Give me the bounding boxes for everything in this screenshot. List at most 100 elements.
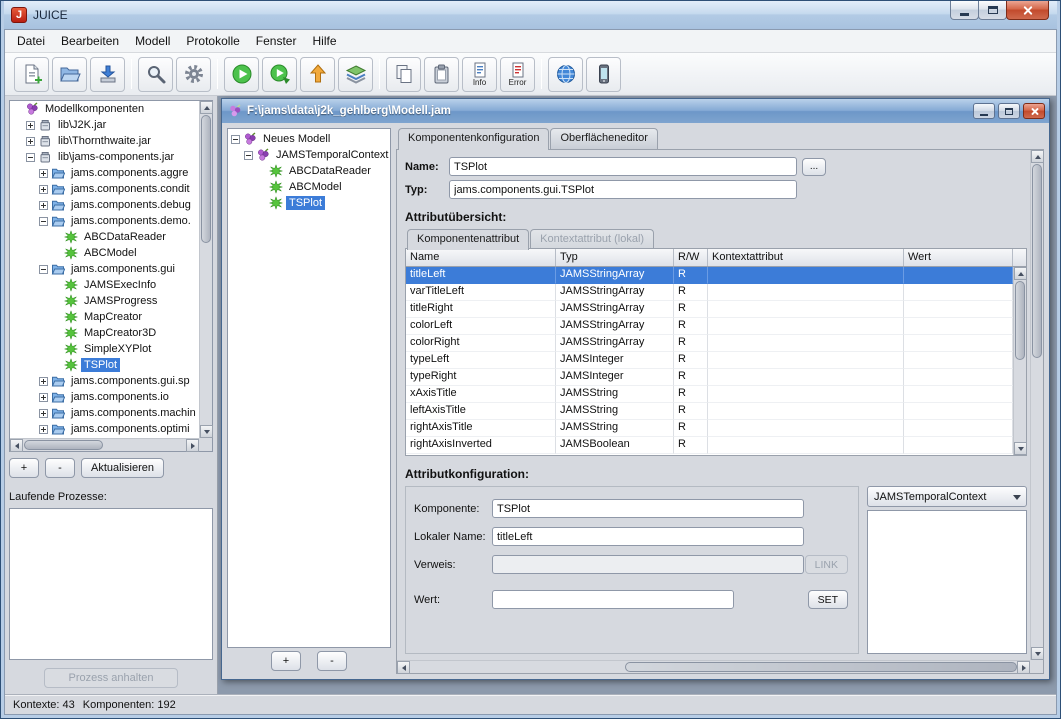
model-tree-item[interactable]: ABCModel xyxy=(228,179,390,195)
scrollbar-down-button[interactable] xyxy=(1014,442,1027,455)
tree-item[interactable]: lib\Thornthwaite.jar xyxy=(10,133,199,149)
error-log-button[interactable]: Error xyxy=(500,57,535,92)
config-horizontal-scrollbar[interactable] xyxy=(397,660,1030,673)
model-add-button[interactable]: + xyxy=(271,651,301,671)
add-component-button[interactable]: + xyxy=(9,458,39,478)
tree-item[interactable]: jams.components.gui.sp xyxy=(10,373,199,389)
wert-input[interactable] xyxy=(492,590,734,609)
tree-vertical-scrollbar[interactable] xyxy=(199,101,212,438)
model-tree-item[interactable]: JAMSTemporalContext xyxy=(228,147,390,163)
scrollbar-right-button[interactable] xyxy=(1017,661,1030,674)
minimize-button[interactable] xyxy=(950,1,979,20)
tree-expander-icon[interactable] xyxy=(39,201,48,210)
table-column-header[interactable]: Typ xyxy=(556,249,674,266)
close-button[interactable] xyxy=(1006,1,1049,20)
tree-expander-icon[interactable] xyxy=(39,377,48,386)
tree-item[interactable]: lib\J2K.jar xyxy=(10,117,199,133)
menu-item[interactable]: Modell xyxy=(127,31,178,51)
tree-horizontal-scrollbar[interactable] xyxy=(10,438,199,451)
table-row[interactable]: titleLeft JAMSStringArray R xyxy=(406,267,1013,284)
upload-model-button[interactable] xyxy=(300,57,335,92)
info-log-button[interactable]: Info xyxy=(462,57,497,92)
tree-expander-icon[interactable] xyxy=(244,151,253,160)
tree-expander-icon[interactable] xyxy=(39,409,48,418)
tree-item[interactable]: jams.components.debug xyxy=(10,197,199,213)
scrollbar-right-button[interactable] xyxy=(186,439,199,452)
tree-expander-icon[interactable] xyxy=(39,425,48,434)
menu-item[interactable]: Protokolle xyxy=(178,31,247,51)
scrollbar-up-button[interactable] xyxy=(1031,150,1044,163)
table-row[interactable]: typeLeft JAMSInteger R xyxy=(406,352,1013,369)
scrollbar-thumb[interactable] xyxy=(1015,281,1025,360)
tree-expander-icon[interactable] xyxy=(26,137,35,146)
tree-item[interactable]: jams.components.aggre xyxy=(10,165,199,181)
table-row[interactable]: rightAxisTitle JAMSString R xyxy=(406,420,1013,437)
table-row[interactable]: colorLeft JAMSStringArray R xyxy=(406,318,1013,335)
model-tree-item[interactable]: Neues Modell xyxy=(228,131,390,147)
tree-item[interactable]: MapCreator3D xyxy=(10,325,199,341)
tree-expander-icon[interactable] xyxy=(39,169,48,178)
model-window-minimize-button[interactable] xyxy=(973,103,995,119)
menu-item[interactable]: Fenster xyxy=(248,31,305,51)
scrollbar-up-button[interactable] xyxy=(1014,267,1027,280)
tree-expander-icon[interactable] xyxy=(39,185,48,194)
set-button[interactable]: SET xyxy=(808,590,848,609)
tree-expander-icon[interactable] xyxy=(39,265,48,274)
scrollbar-left-button[interactable] xyxy=(397,661,410,674)
tree-expander-icon[interactable] xyxy=(39,393,48,402)
table-column-header[interactable]: Name xyxy=(406,249,556,266)
table-vertical-scrollbar[interactable] xyxy=(1013,267,1026,455)
search-button[interactable] xyxy=(138,57,173,92)
scrollbar-down-button[interactable] xyxy=(1031,647,1044,660)
tree-item[interactable]: jams.components.demo. xyxy=(10,213,199,229)
tree-expander-icon[interactable] xyxy=(26,153,35,162)
table-row[interactable]: varTitleLeft JAMSStringArray R xyxy=(406,284,1013,301)
save-model-button[interactable] xyxy=(90,57,125,92)
tree-item[interactable]: TSPlot xyxy=(10,357,199,373)
tree-item[interactable]: JAMSExecInfo xyxy=(10,277,199,293)
open-model-button[interactable] xyxy=(52,57,87,92)
tree-item[interactable]: ABCModel xyxy=(10,245,199,261)
lokaler-name-input[interactable] xyxy=(492,527,804,546)
name-input[interactable] xyxy=(449,157,797,176)
table-row[interactable]: colorRight JAMSStringArray R xyxy=(406,335,1013,352)
menu-item[interactable]: Bearbeiten xyxy=(53,31,127,51)
typ-input[interactable] xyxy=(449,180,797,199)
table-column-header[interactable]: R/W xyxy=(674,249,708,266)
tree-item[interactable]: jams.components.machin xyxy=(10,405,199,421)
context-combobox[interactable]: JAMSTemporalContext xyxy=(867,486,1027,507)
menu-item[interactable]: Hilfe xyxy=(304,31,344,51)
tree-item[interactable]: jams.components.io xyxy=(10,389,199,405)
table-row[interactable]: titleRight JAMSStringArray R xyxy=(406,301,1013,318)
tree-item[interactable]: jams.components.gui xyxy=(10,261,199,277)
config-tab[interactable]: Komponentenkonfiguration xyxy=(398,128,549,150)
gis-layers-button[interactable] xyxy=(338,57,373,92)
menu-item[interactable]: Datei xyxy=(9,31,53,51)
tree-item[interactable]: MapCreator xyxy=(10,309,199,325)
model-window-titlebar[interactable]: F:\jams\data\j2k_gehlberg\Modell.jam xyxy=(222,99,1049,123)
tree-item[interactable]: lib\jams-components.jar xyxy=(10,149,199,165)
device-button[interactable] xyxy=(586,57,621,92)
scrollbar-thumb[interactable] xyxy=(24,440,103,450)
scrollbar-thumb[interactable] xyxy=(625,662,1017,672)
scrollbar-thumb[interactable] xyxy=(1032,164,1042,358)
table-column-header[interactable]: Kontextattribut xyxy=(708,249,904,266)
settings-button[interactable] xyxy=(176,57,211,92)
refresh-button[interactable]: Aktualisieren xyxy=(81,458,164,478)
model-window-maximize-button[interactable] xyxy=(998,103,1020,119)
context-attribute-list[interactable] xyxy=(867,510,1027,654)
scrollbar-thumb[interactable] xyxy=(201,115,211,243)
tree-item[interactable]: SimpleXYPlot xyxy=(10,341,199,357)
online-help-button[interactable] xyxy=(548,57,583,92)
model-window-close-button[interactable] xyxy=(1023,103,1045,119)
tree-expander-icon[interactable] xyxy=(26,121,35,130)
new-model-button[interactable] xyxy=(14,57,49,92)
table-row[interactable]: leftAxisTitle JAMSString R xyxy=(406,403,1013,420)
tree-item[interactable]: ABCDataReader xyxy=(10,229,199,245)
remove-component-button[interactable]: - xyxy=(45,458,75,478)
table-column-header[interactable]: Wert xyxy=(904,249,1013,266)
komponente-input[interactable] xyxy=(492,499,804,518)
model-tree-item[interactable]: TSPlot xyxy=(228,195,390,211)
tree-item[interactable]: jams.components.condit xyxy=(10,181,199,197)
config-vertical-scrollbar[interactable] xyxy=(1030,150,1043,660)
